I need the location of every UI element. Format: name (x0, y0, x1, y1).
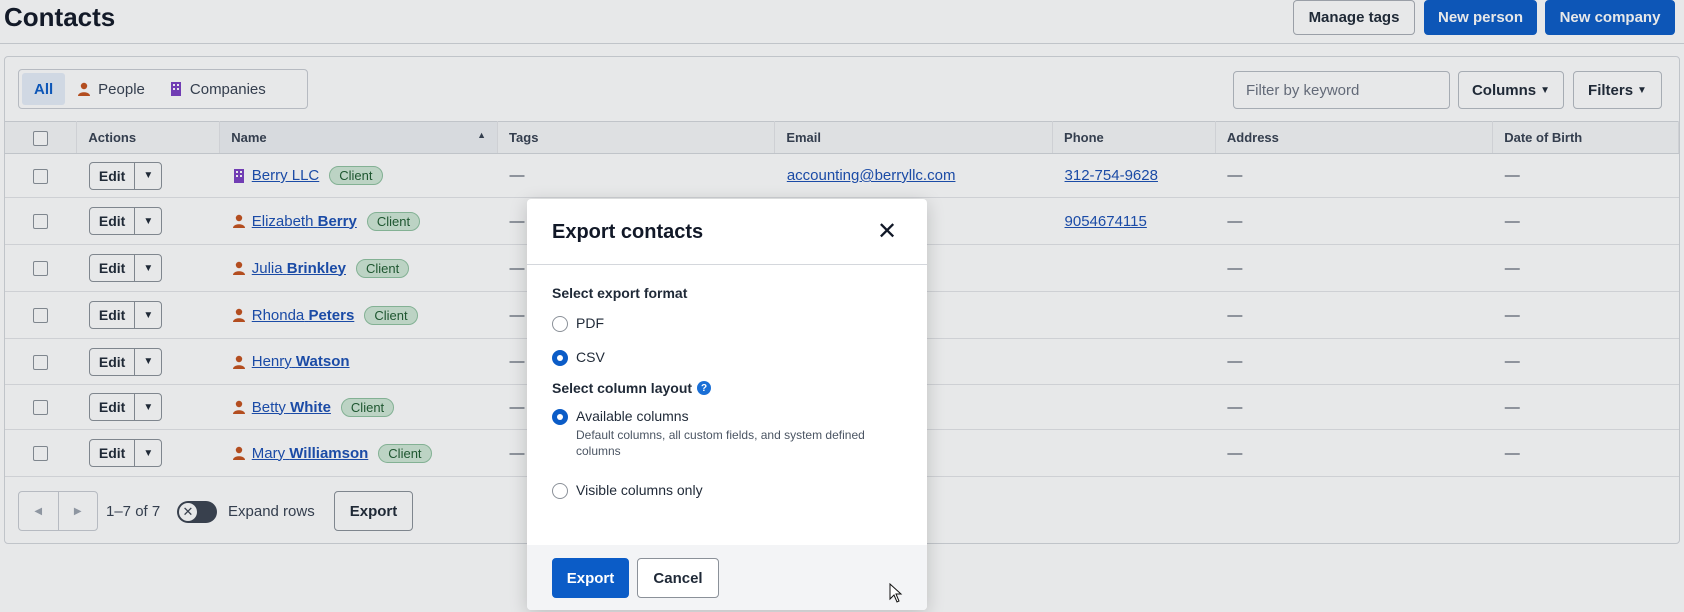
layout-available-label: Available columns (576, 408, 689, 424)
close-icon[interactable]: ✕ (875, 218, 899, 245)
format-csv-label: CSV (576, 349, 605, 365)
layout-available-radio[interactable] (552, 409, 568, 425)
format-pdf-option[interactable]: PDF (552, 315, 604, 332)
dialog-title: Export contacts (552, 221, 704, 243)
format-csv-radio[interactable] (552, 350, 568, 366)
dialog-export-button[interactable]: Export (552, 558, 629, 598)
export-format-label: Select export format (552, 285, 688, 301)
layout-visible-option[interactable]: Visible columns only (552, 482, 703, 499)
column-layout-label: Select column layout ? (552, 380, 712, 396)
layout-available-option[interactable]: Available columns Default columns, all c… (552, 408, 886, 459)
format-csv-option[interactable]: CSV (552, 349, 605, 366)
layout-visible-label: Visible columns only (576, 482, 703, 498)
format-pdf-radio[interactable] (552, 316, 568, 332)
mouse-cursor-icon (889, 583, 903, 603)
dialog-footer: Export Cancel (527, 545, 927, 610)
format-pdf-label: PDF (576, 315, 604, 331)
export-contacts-dialog: Export contacts ✕ Select export format P… (527, 199, 927, 610)
dialog-header: Export contacts ✕ (527, 199, 927, 265)
contacts-page: Contacts Manage tags New person New comp… (0, 0, 1684, 612)
help-icon[interactable]: ? (697, 381, 712, 395)
dialog-cancel-button[interactable]: Cancel (637, 558, 719, 598)
column-layout-label-text: Select column layout (552, 380, 693, 396)
layout-available-description: Default columns, all custom fields, and … (576, 428, 865, 458)
layout-visible-radio[interactable] (552, 483, 568, 499)
